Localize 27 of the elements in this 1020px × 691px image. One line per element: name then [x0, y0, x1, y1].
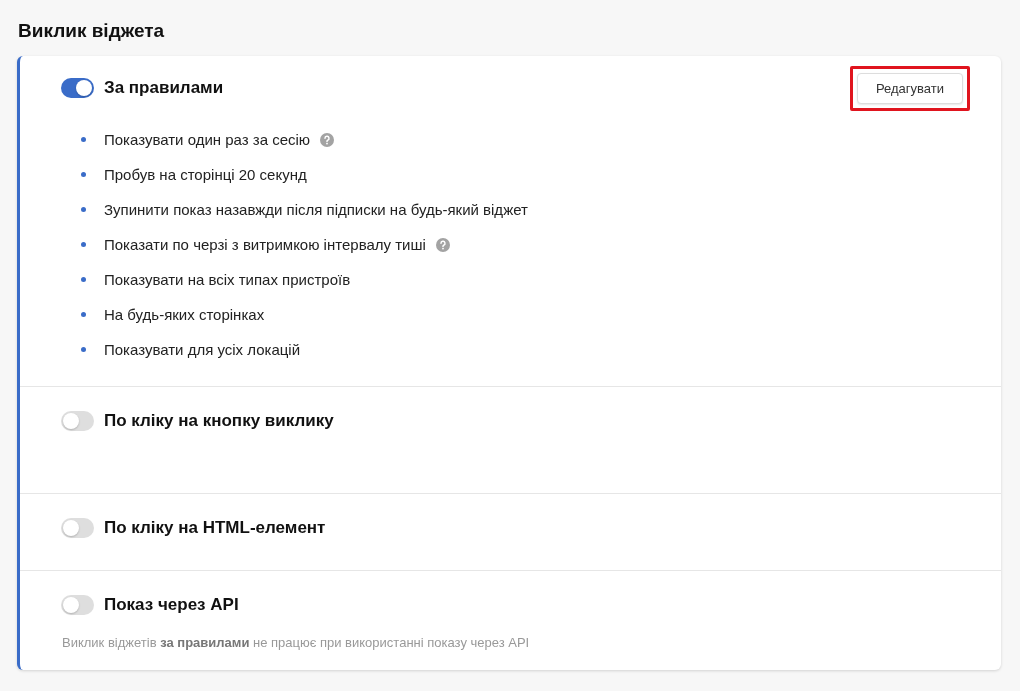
rule-text: На будь-яких сторінках [104, 306, 265, 323]
toggle-switch[interactable] [61, 78, 94, 98]
rule-text: Пробув на сторінці 20 секунд [104, 166, 307, 183]
option-label: По кліку на кнопку виклику [104, 411, 334, 431]
option-label: Показ через API [104, 595, 239, 615]
rule-text: Показувати для усіх локацій [104, 341, 301, 358]
edit-button[interactable]: Редагувати [856, 72, 963, 104]
rule-text: Показати по черзі з витримкою інтервалу тиші [104, 236, 426, 253]
toggle-switch[interactable] [61, 595, 94, 615]
bullet-icon [81, 172, 86, 177]
bullet-icon [81, 137, 86, 142]
section-title: Виклик віджета [18, 20, 166, 42]
option-label: За правилами [104, 78, 224, 98]
help-icon[interactable] [435, 237, 450, 252]
toggle-switch[interactable] [61, 411, 94, 431]
bullet-icon [81, 312, 86, 317]
bullet-icon [81, 277, 86, 282]
bullet-icon [81, 207, 86, 212]
option-label: По кліку на HTML-елемент [104, 518, 326, 538]
help-icon[interactable] [320, 132, 335, 147]
toggle-switch[interactable] [61, 518, 94, 538]
rule-text: Зупинити показ назавжди після підписки на будь-який віджет [104, 201, 528, 218]
bullet-icon [81, 242, 86, 247]
bullet-icon [81, 347, 86, 352]
rule-text: Показувати на всіх типах пристроїв [104, 271, 351, 288]
rule-text: Показувати один раз за сесію [104, 131, 311, 148]
note-text: Виклик віджетів за правилами не працює при використанні показу через API [62, 635, 531, 650]
